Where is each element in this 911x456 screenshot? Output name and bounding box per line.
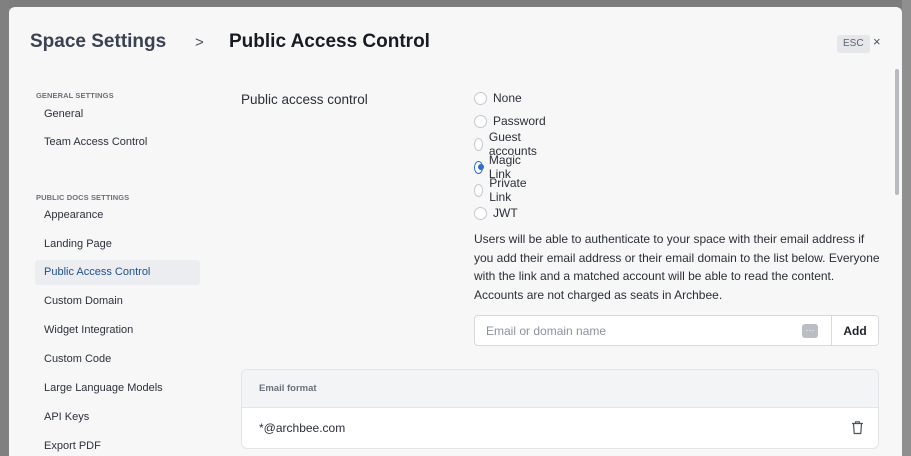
radio-label-password: Password <box>493 114 546 128</box>
general-settings-section-label: GENERAL SETTINGS <box>36 91 114 100</box>
public-docs-settings-section-label: PUBLIC DOCS SETTINGS <box>36 193 130 202</box>
sidebar-item-export-pdf[interactable]: Export PDF <box>35 434 200 456</box>
trash-icon[interactable] <box>851 420 864 435</box>
sidebar-item-api-keys[interactable]: API Keys <box>35 405 200 430</box>
email-format-column-header: Email format <box>242 370 878 408</box>
sidebar-item-custom-code[interactable]: Custom Code <box>35 347 200 372</box>
sidebar-item-widget-integration[interactable]: Widget Integration <box>35 318 200 343</box>
add-email-button[interactable]: Add <box>831 316 878 345</box>
radio-option-jwt[interactable]: JWT <box>474 203 518 223</box>
radio-magic-link[interactable] <box>474 160 484 174</box>
page-backdrop-right <box>902 0 911 456</box>
email-format-value: *@archbee.com <box>259 421 346 435</box>
esc-badge: ESC <box>837 35 870 53</box>
radio-option-private-link[interactable]: Private Link <box>474 176 530 204</box>
modal-scrollbar[interactable] <box>895 69 899 195</box>
sidebar-item-custom-domain[interactable]: Custom Domain <box>35 289 200 314</box>
radio-password[interactable] <box>474 114 487 128</box>
settings-content: Public access control None Password Gues… <box>229 71 889 456</box>
radio-label-none: None <box>493 91 522 105</box>
sidebar-item-team-access-control[interactable]: Team Access Control <box>35 130 200 155</box>
sidebar-item-general[interactable]: General <box>35 102 200 127</box>
sidebar-item-public-access-control[interactable]: Public Access Control <box>35 260 200 285</box>
radio-jwt[interactable] <box>474 206 487 220</box>
sidebar-item-large-language-models[interactable]: Large Language Models <box>35 376 200 401</box>
breadcrumb-chevron-icon: > <box>195 34 204 51</box>
sidebar-item-appearance[interactable]: Appearance <box>35 203 200 228</box>
radio-none[interactable] <box>474 91 487 105</box>
radio-option-magic-link[interactable]: Magic Link <box>474 153 525 181</box>
settings-modal: Space Settings > Public Access Control E… <box>9 7 902 456</box>
modal-header: Space Settings > Public Access Control E… <box>9 7 902 71</box>
page-title: Public Access Control <box>229 31 430 52</box>
magic-link-help-text: Users will be able to authenticate to yo… <box>474 232 880 302</box>
email-format-table: Email format *@archbee.com <box>241 369 879 449</box>
email-or-domain-input[interactable] <box>475 316 802 345</box>
radio-option-none[interactable]: None <box>474 88 522 108</box>
radio-label-private-link: Private Link <box>489 176 527 204</box>
space-settings-title[interactable]: Space Settings <box>30 31 166 53</box>
public-access-control-label: Public access control <box>241 92 368 107</box>
radio-label-jwt: JWT <box>493 206 518 220</box>
email-input-group: ··· Add <box>474 315 879 346</box>
radio-option-password[interactable]: Password <box>474 111 546 131</box>
radio-private-link[interactable] <box>474 183 484 197</box>
close-icon[interactable]: × <box>873 34 881 49</box>
radio-guest-accounts[interactable] <box>474 137 483 151</box>
table-row: *@archbee.com <box>242 408 878 448</box>
page-backdrop-left <box>0 0 9 456</box>
more-dots-icon[interactable]: ··· <box>802 324 818 338</box>
sidebar-item-landing-page[interactable]: Landing Page <box>35 232 200 257</box>
radio-option-guest-accounts[interactable]: Guest accounts <box>474 130 541 158</box>
